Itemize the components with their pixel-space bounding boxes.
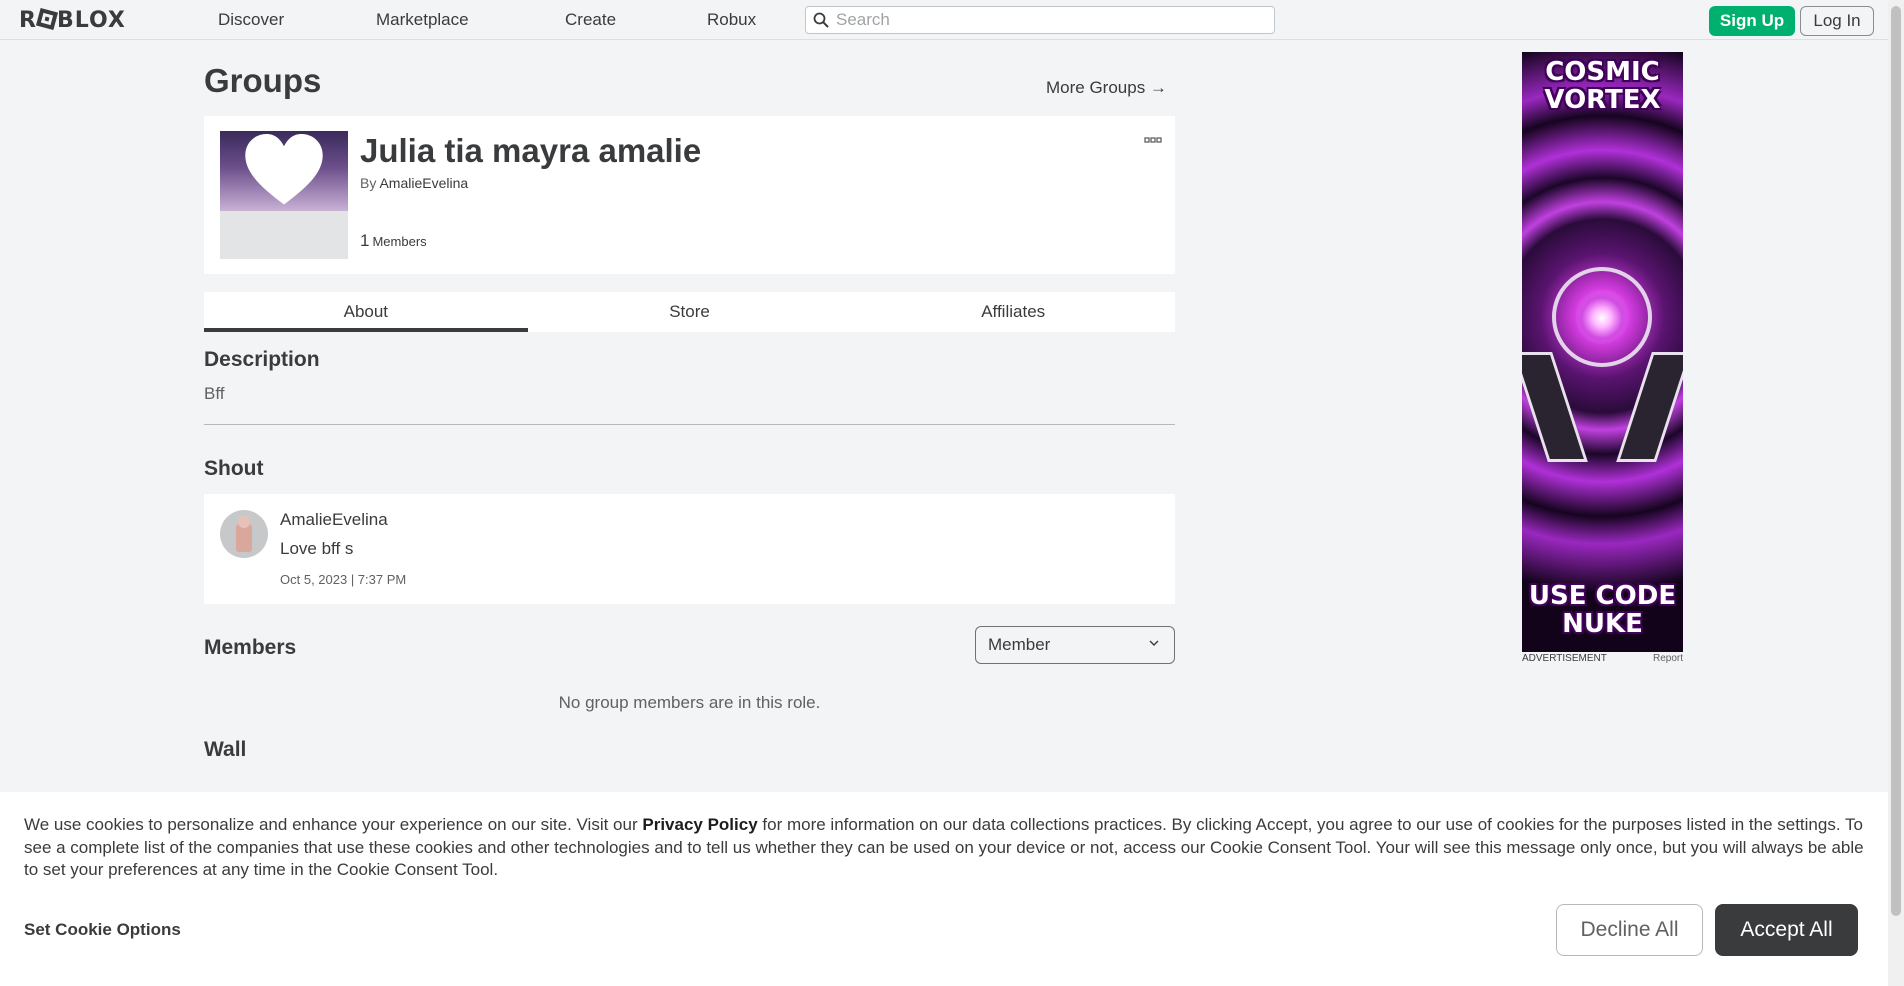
by-label: By: [360, 175, 377, 191]
shout-card: AmalieEvelina Love bff s Oct 5, 2023 | 7…: [204, 494, 1175, 604]
group-name: Julia tia mayra amalie: [360, 132, 702, 169]
description-text: Bff: [204, 384, 225, 403]
tab-about[interactable]: About: [204, 292, 528, 332]
ad-label: ADVERTISEMENT: [1522, 653, 1607, 664]
logo-o-icon: [35, 7, 58, 31]
role-dropdown[interactable]: Member: [975, 626, 1175, 664]
role-dropdown-value: Member: [988, 635, 1051, 654]
member-count: 1 Members: [360, 231, 427, 251]
ad-footer: ADVERTISEMENT Report: [1522, 653, 1683, 664]
decline-all-button[interactable]: Decline All: [1556, 904, 1703, 956]
privacy-policy-link[interactable]: Privacy Policy: [642, 815, 757, 834]
shout-heading: Shout: [204, 457, 264, 480]
shout-timestamp: Oct 5, 2023 | 7:37 PM: [280, 572, 407, 587]
section-divider: [204, 424, 1175, 425]
advertisement-banner[interactable]: COSMIC VORTEX USE CODE NUKE: [1522, 52, 1683, 652]
no-members-message: No group members are in this role.: [558, 693, 821, 712]
tab-store[interactable]: Store: [528, 292, 852, 332]
avatar-head: [238, 516, 250, 528]
search-input[interactable]: [836, 10, 1274, 30]
page-scrollbar[interactable]: [1888, 0, 1904, 986]
nav-robux[interactable]: Robux: [707, 10, 756, 30]
accept-all-button[interactable]: Accept All: [1715, 904, 1858, 956]
cookie-consent-banner: We use cookies to personalize and enhanc…: [0, 792, 1888, 986]
roblox-logo[interactable]: R BLOX: [19, 7, 126, 33]
avatar[interactable]: [220, 510, 268, 558]
set-cookie-options-link[interactable]: Set Cookie Options: [24, 920, 181, 940]
shout-username[interactable]: AmalieEvelina: [280, 510, 388, 530]
nav-create[interactable]: Create: [565, 10, 616, 30]
ad-headline-bottom: USE CODE NUKE: [1528, 581, 1677, 639]
ad-report-link[interactable]: Report: [1653, 653, 1683, 664]
nav-discover[interactable]: Discover: [218, 10, 284, 30]
sign-up-button[interactable]: Sign Up: [1709, 6, 1795, 36]
tab-affiliates[interactable]: Affiliates: [851, 292, 1175, 332]
ad-headline-top: COSMIC VORTEX: [1544, 57, 1661, 115]
member-count-value: 1: [360, 231, 370, 250]
more-groups-link[interactable]: More Groups →: [1046, 78, 1167, 98]
description-heading: Description: [204, 348, 320, 371]
search-icon: [813, 12, 829, 28]
wall-heading: Wall: [204, 738, 247, 761]
group-emblem: [220, 131, 348, 259]
member-count-label: Members: [372, 234, 427, 249]
page-title: Groups: [204, 62, 322, 99]
members-heading: Members: [204, 636, 297, 659]
group-header-card: Julia tia mayra amalie By AmalieEvelina …: [204, 116, 1175, 274]
cookie-text-before: We use cookies to personalize and enhanc…: [24, 815, 643, 834]
nav-marketplace[interactable]: Marketplace: [376, 10, 469, 30]
top-navigation-bar: R BLOX Discover Marketplace Create Robux …: [0, 0, 1888, 40]
heart-icon: [245, 134, 323, 205]
ad-core-graphic: [1576, 292, 1628, 344]
scrollbar-thumb[interactable]: [1891, 6, 1901, 916]
chevron-down-icon: [1149, 640, 1159, 646]
ellipsis-icon[interactable]: [1144, 132, 1162, 148]
group-owner-line: By AmalieEvelina: [360, 175, 468, 191]
group-tabs: About Store Affiliates: [204, 292, 1175, 332]
group-owner-link[interactable]: AmalieEvelina: [379, 175, 468, 191]
cookie-notice-text: We use cookies to personalize and enhanc…: [24, 814, 1874, 882]
log-in-button[interactable]: Log In: [1800, 6, 1874, 36]
shout-message: Love bff s: [280, 539, 354, 558]
search-box[interactable]: [805, 6, 1275, 34]
